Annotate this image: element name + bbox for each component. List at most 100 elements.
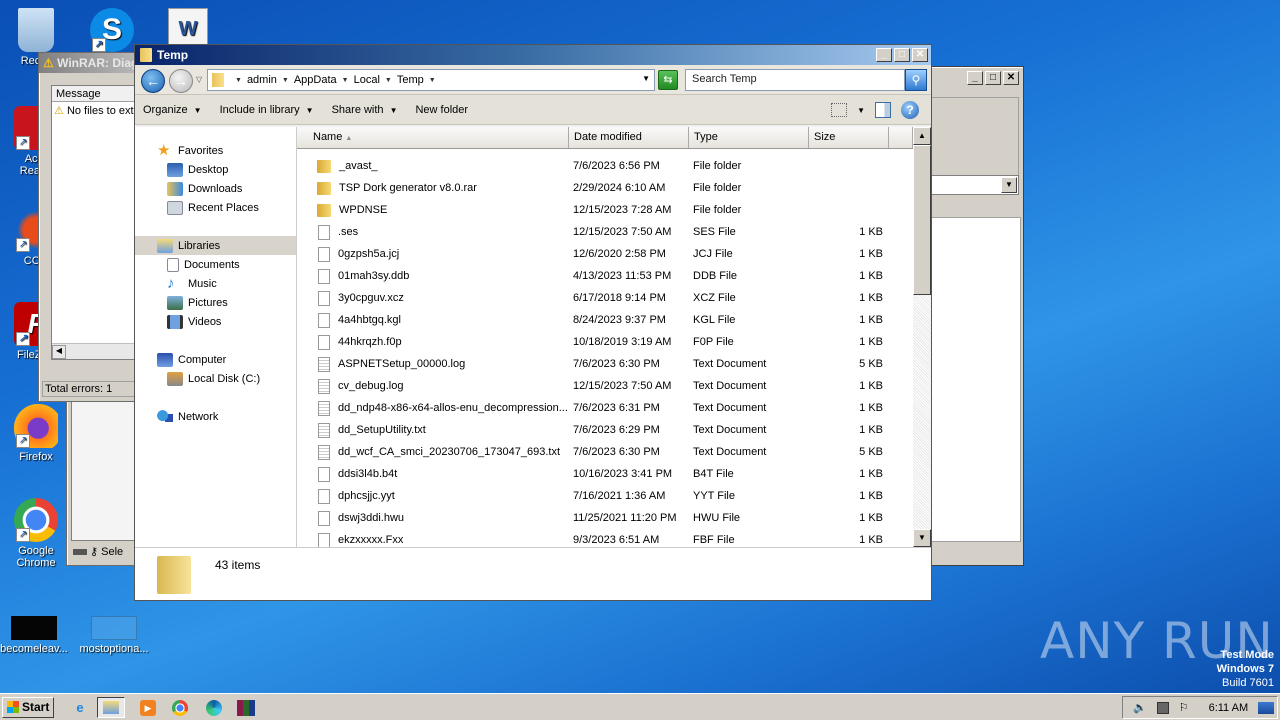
desktop-icon-firefox[interactable]: ↗ Firefox xyxy=(0,404,72,463)
nav-libraries[interactable]: Libraries xyxy=(135,236,296,255)
nav-network[interactable]: Network xyxy=(135,407,296,426)
chevron-down-icon[interactable]: ▼ xyxy=(857,106,865,115)
taskbar-media-player[interactable]: ▶ xyxy=(134,697,162,718)
back-button[interactable]: ← xyxy=(141,69,165,93)
minimize-button[interactable]: _ xyxy=(967,71,983,85)
file-row[interactable]: dphcsjjc.yyt 7/16/2021 1:36 AM YYT File 1 K… xyxy=(297,485,913,507)
close-button[interactable]: ✕ xyxy=(1003,71,1019,85)
breadcrumb-separator[interactable]: ▼ xyxy=(385,77,392,84)
scroll-up-icon[interactable]: ▲ xyxy=(913,127,931,145)
file-row[interactable]: ekzxxxxx.Fxx 9/3/2023 6:51 AM FBF File 1 KB xyxy=(297,529,913,547)
nav-downloads[interactable]: Downloads xyxy=(135,179,296,198)
nav-computer[interactable]: Computer xyxy=(135,350,296,369)
scroll-thumb[interactable] xyxy=(913,145,931,295)
taskbar-winrar[interactable] xyxy=(232,697,260,718)
help-icon[interactable]: ? xyxy=(901,101,919,119)
action-center-flag-icon[interactable]: ⚐ xyxy=(1179,701,1189,714)
preview-pane-icon[interactable] xyxy=(875,102,891,118)
breadcrumb-local[interactable]: Local xyxy=(354,74,380,86)
breadcrumb-appdata[interactable]: AppData xyxy=(294,74,337,86)
file-row[interactable]: dswj3ddi.hwu 11/25/2021 11:20 PM HWU File 1… xyxy=(297,507,913,529)
file-row[interactable]: 01mah3sy.ddb 4/13/2023 11:53 PM DDB File 1 … xyxy=(297,265,913,287)
close-button[interactable]: ✕ xyxy=(912,48,928,62)
vertical-scrollbar[interactable]: ▲ ▼ xyxy=(913,127,931,547)
file-row[interactable]: 3y0cpguv.xcz 6/17/2018 9:14 PM XCZ File 1 K… xyxy=(297,287,913,309)
desktop-icon-mostoptiona[interactable]: mostoptiona... xyxy=(74,616,154,655)
file-row[interactable]: .ses 12/15/2023 7:50 AM SES File 1 KB xyxy=(297,221,913,243)
column-header-date[interactable]: Date modified xyxy=(569,127,689,148)
file-row[interactable]: dd_ndp48-x86-x64-allos-enu_decompression… xyxy=(297,397,913,419)
show-desktop-icon[interactable] xyxy=(1258,701,1275,714)
clock[interactable]: 6:11 AM xyxy=(1209,702,1249,714)
breadcrumb-separator[interactable]: ▼ xyxy=(342,77,349,84)
minimize-button[interactable]: _ xyxy=(876,48,892,62)
volume-icon[interactable]: 🔈 xyxy=(1133,701,1147,714)
recent-pages-dropdown[interactable]: ▽ xyxy=(196,75,202,84)
nav-documents[interactable]: Documents xyxy=(135,255,296,274)
file-row[interactable]: cv_debug.log 12/15/2023 7:50 AM Text Docum… xyxy=(297,375,913,397)
column-header-message[interactable]: Message xyxy=(52,86,140,102)
share-with-button[interactable]: Share with ▼ xyxy=(332,104,398,116)
column-header-extra[interactable] xyxy=(889,127,913,148)
taskbar-windows-explorer[interactable] xyxy=(97,697,125,718)
nav-local-disk[interactable]: Local Disk (C:) xyxy=(135,369,296,388)
file-row[interactable]: WPDNSE 12/15/2023 7:28 AM File folder xyxy=(297,199,913,221)
background-window[interactable]: _ □ ✕ ▼ xyxy=(926,66,1024,566)
scroll-left-icon[interactable]: ◀ xyxy=(52,345,66,359)
nav-favorites[interactable]: ★ Favorites xyxy=(135,141,296,160)
column-header-name[interactable]: Name ▲ xyxy=(297,127,569,148)
change-view-icon[interactable] xyxy=(831,103,848,117)
file-row[interactable]: dd_wcf_CA_smci_20230706_173047_693.txt 7/… xyxy=(297,441,913,463)
search-input[interactable]: Search Temp xyxy=(685,69,905,91)
breadcrumb-separator[interactable]: ▼ xyxy=(282,77,289,84)
include-in-library-button[interactable]: Include in library ▼ xyxy=(220,104,314,116)
refresh-button[interactable]: ⇆ xyxy=(658,70,678,90)
navigation-pane[interactable]: ★ Favorites Desktop Downloads Recent Plac… xyxy=(135,127,297,547)
file-row[interactable]: dd_SetupUtility.txt 7/6/2023 6:29 PM Text … xyxy=(297,419,913,441)
nav-videos[interactable]: Videos xyxy=(135,312,296,331)
search-icon[interactable]: ⚲ xyxy=(905,69,927,91)
start-button[interactable]: Start xyxy=(2,697,54,718)
explorer-window[interactable]: Temp _ □ ✕ ← → ▽ ▼ admin ▼ AppData ▼ Loc… xyxy=(134,44,932,601)
column-header-type[interactable]: Type xyxy=(689,127,809,148)
breadcrumb-temp[interactable]: Temp xyxy=(397,74,424,86)
column-header-size[interactable]: Size xyxy=(809,127,889,148)
forward-button[interactable]: → xyxy=(169,69,193,93)
message-list[interactable]: Message ⚠ No files to extract ◀ xyxy=(51,85,152,360)
organize-button[interactable]: Organize ▼ xyxy=(143,104,202,116)
nav-music[interactable]: ♪ Music xyxy=(135,274,296,293)
taskbar-internet-explorer[interactable]: e xyxy=(66,697,94,718)
breadcrumb-admin[interactable]: admin xyxy=(247,74,277,86)
nav-desktop[interactable]: Desktop xyxy=(135,160,296,179)
file-row[interactable]: _avast_ 7/6/2023 6:56 PM File folder xyxy=(297,155,913,177)
nav-pictures[interactable]: Pictures xyxy=(135,293,296,312)
breadcrumb-separator[interactable]: ▼ xyxy=(235,77,242,84)
desktop-icon-google-chrome[interactable]: ↗ Google Chrome xyxy=(0,498,72,569)
taskbar-edge[interactable] xyxy=(200,697,228,718)
network-status-icon[interactable] xyxy=(1156,701,1169,714)
winrar-main-window[interactable]: ⚷ Sele xyxy=(66,400,138,566)
key-icon: ⚷ xyxy=(90,546,99,558)
maximize-button[interactable]: □ xyxy=(985,71,1001,85)
file-row[interactable]: 44hkrqzh.f0p 10/18/2019 3:19 AM F0P File 1 … xyxy=(297,331,913,353)
dropdown[interactable]: ▼ xyxy=(927,175,1019,195)
winrar-diagnostic-dialog[interactable]: ⚠ WinRAR: Diag Message ⚠ No files to ext… xyxy=(38,52,152,402)
breadcrumb-separator[interactable]: ▼ xyxy=(429,77,436,84)
taskbar-chrome[interactable] xyxy=(166,697,194,718)
file-row[interactable]: TSP Dork generator v8.0.rar 2/29/2024 6:1… xyxy=(297,177,913,199)
message-row[interactable]: ⚠ No files to extract xyxy=(52,102,152,119)
file-row[interactable]: 4a4hbtgq.kgl 8/24/2023 9:37 PM KGL File 1 K… xyxy=(297,309,913,331)
chevron-down-icon[interactable]: ▼ xyxy=(1001,177,1017,193)
address-history-dropdown[interactable]: ▼ xyxy=(642,74,650,83)
file-row[interactable]: 0gzpsh5a.jcj 12/6/2020 2:58 PM JCJ File 1 K… xyxy=(297,243,913,265)
scroll-down-icon[interactable]: ▼ xyxy=(913,529,931,547)
file-row[interactable]: ASPNETSetup_00000.log 7/6/2023 6:30 PM Tex… xyxy=(297,353,913,375)
new-folder-button[interactable]: New folder xyxy=(415,104,468,116)
desktop-icon-becomeleav[interactable]: becomeleav... xyxy=(0,616,72,655)
address-input[interactable]: ▼ admin ▼ AppData ▼ Local ▼ Temp ▼ ▼ xyxy=(207,69,655,91)
file-list[interactable]: Name ▲ Date modified Type Size _avast_ 7/… xyxy=(297,127,931,547)
horizontal-scrollbar[interactable]: ◀ xyxy=(52,343,140,359)
nav-recent-places[interactable]: Recent Places xyxy=(135,198,296,217)
file-row[interactable]: ddsi3l4b.b4t 10/16/2023 3:41 PM B4T File 1 … xyxy=(297,463,913,485)
maximize-button[interactable]: □ xyxy=(894,48,910,62)
